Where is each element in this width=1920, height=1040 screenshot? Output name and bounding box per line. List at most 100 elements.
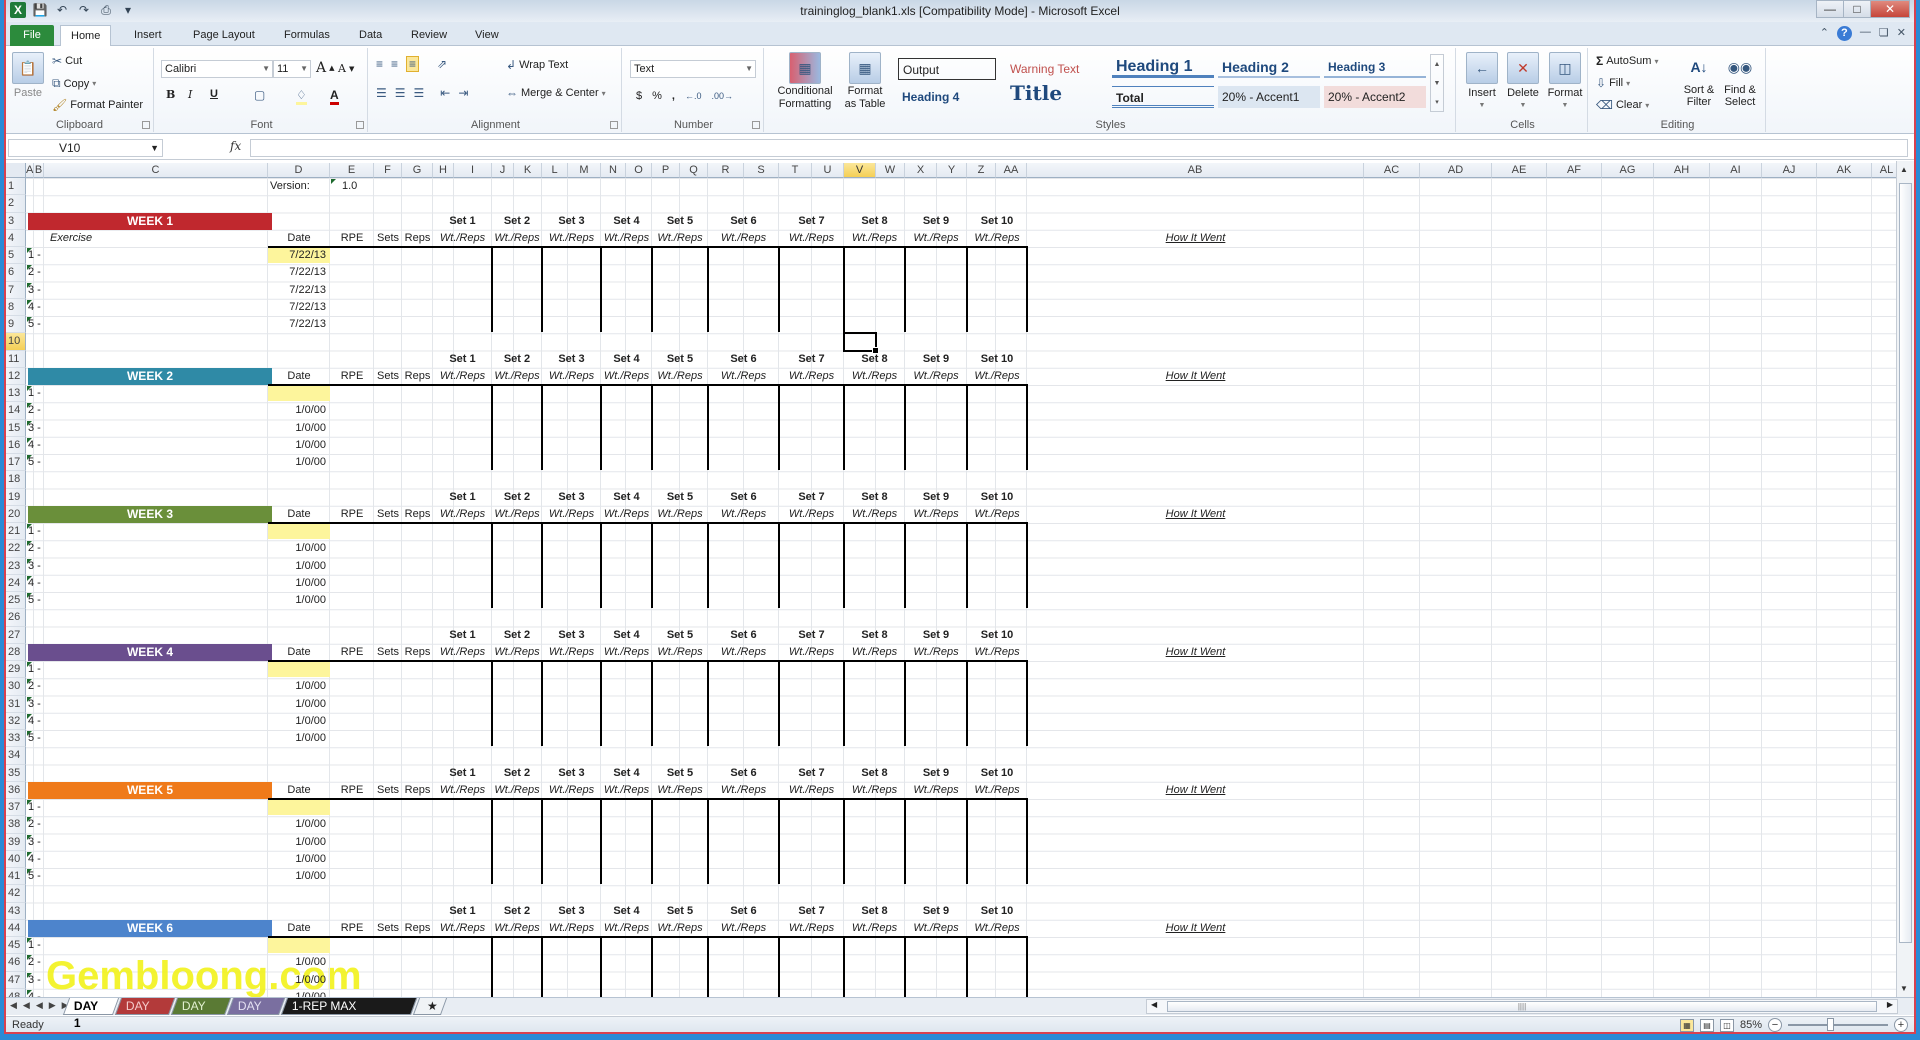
underline-button[interactable]: U <box>210 88 218 100</box>
reps-header[interactable]: Reps <box>404 782 431 799</box>
set-label-8[interactable]: Set 8 <box>846 213 903 230</box>
row-header-5[interactable]: 5 <box>6 247 26 265</box>
wt-reps-header[interactable]: Wt./Reps <box>544 506 599 523</box>
row-header-34[interactable]: 34 <box>6 747 26 765</box>
decrease-indent-icon[interactable]: ⇤ <box>440 86 450 100</box>
exercise-date[interactable]: 1/0/00 <box>270 402 328 419</box>
column-header-v[interactable]: V <box>844 163 876 178</box>
align-bottom-icon[interactable]: ≡ <box>406 56 420 72</box>
zoom-level[interactable]: 85% <box>1740 1019 1762 1031</box>
set-label-8[interactable]: Set 8 <box>846 489 903 506</box>
column-header-w[interactable]: W <box>876 163 905 178</box>
set-label-6[interactable]: Set 6 <box>710 627 777 644</box>
sheet-tab-day-4[interactable]: DAY 4 <box>226 998 286 1030</box>
comma-button[interactable]: , <box>672 90 675 102</box>
row-header-27[interactable]: 27 <box>6 626 26 644</box>
column-header-u[interactable]: U <box>812 163 844 178</box>
wt-reps-header[interactable]: Wt./Reps <box>710 368 777 385</box>
wt-reps-header[interactable]: Wt./Reps <box>544 230 599 247</box>
row-header-31[interactable]: 31 <box>6 695 26 713</box>
column-header-z[interactable]: Z <box>967 163 996 178</box>
tab-file[interactable]: File <box>10 25 54 46</box>
row-header-28[interactable]: 28 <box>6 643 26 661</box>
column-header-x[interactable]: X <box>905 163 937 178</box>
number-launcher-icon[interactable] <box>752 121 760 129</box>
exercise-number[interactable]: 5 - <box>28 730 42 747</box>
wt-reps-header[interactable]: Wt./Reps <box>710 230 777 247</box>
wt-reps-header[interactable]: Wt./Reps <box>544 644 599 661</box>
style-warning-text[interactable]: Warning Text <box>1006 58 1108 80</box>
wt-reps-header[interactable]: Wt./Reps <box>846 506 903 523</box>
exercise-date[interactable]: 1/0/00 <box>270 420 328 437</box>
row-header-44[interactable]: 44 <box>6 919 26 937</box>
sheet-tab-day-3[interactable]: DAY 3 <box>170 998 232 1030</box>
set-label-2[interactable]: Set 2 <box>494 351 540 368</box>
set-label-9[interactable]: Set 9 <box>907 213 965 230</box>
exercise-header[interactable]: Exercise <box>46 230 266 247</box>
sets-header[interactable]: Sets <box>376 782 400 799</box>
cut-button[interactable]: ✂ Cut <box>52 54 82 68</box>
wt-reps-header[interactable]: Wt./Reps <box>435 920 490 937</box>
set-label-7[interactable]: Set 7 <box>781 903 842 920</box>
fill-button[interactable]: ⇩ Fill ▾ <box>1596 76 1630 90</box>
minimize-button[interactable]: — <box>1816 0 1844 18</box>
conditional-formatting-button[interactable]: ▦ Conditional Formatting <box>772 52 838 110</box>
exercise-date[interactable]: 1/0/00 <box>270 972 328 989</box>
align-center-icon[interactable]: ☰ <box>395 86 406 100</box>
row-header-48[interactable]: 48 <box>6 988 26 997</box>
wt-reps-header[interactable]: Wt./Reps <box>494 506 540 523</box>
exercise-number[interactable]: 2 - <box>28 264 42 281</box>
exercise-number[interactable]: 3 - <box>28 696 42 713</box>
row-header-19[interactable]: 19 <box>6 488 26 506</box>
row-header-8[interactable]: 8 <box>6 298 26 316</box>
set-label-4[interactable]: Set 4 <box>603 489 650 506</box>
column-header-p[interactable]: P <box>652 163 680 178</box>
exercise-number[interactable]: 4 - <box>28 851 42 868</box>
set-label-3[interactable]: Set 3 <box>544 489 599 506</box>
format-painter-button[interactable]: 🖌 Format Painter <box>52 98 143 112</box>
page-break-view-button[interactable]: ◫ <box>1719 1018 1734 1032</box>
set-label-10[interactable]: Set 10 <box>969 213 1025 230</box>
wt-reps-header[interactable]: Wt./Reps <box>907 230 965 247</box>
set-label-8[interactable]: Set 8 <box>846 765 903 782</box>
wt-reps-header[interactable]: Wt./Reps <box>654 782 706 799</box>
column-header-ad[interactable]: AD <box>1420 163 1492 178</box>
wt-reps-header[interactable]: Wt./Reps <box>544 368 599 385</box>
column-header-m[interactable]: M <box>568 163 601 178</box>
row-header-15[interactable]: 15 <box>6 419 26 437</box>
set-label-1[interactable]: Set 1 <box>435 213 490 230</box>
exercise-number[interactable]: 5 - <box>28 592 42 609</box>
set-label-2[interactable]: Set 2 <box>494 489 540 506</box>
clear-button[interactable]: ⌫ Clear ▾ <box>1596 98 1649 112</box>
wt-reps-header[interactable]: Wt./Reps <box>969 782 1025 799</box>
vertical-scroll-thumb[interactable] <box>1899 183 1912 943</box>
font-color-button[interactable]: A <box>330 88 339 105</box>
exercise-date[interactable]: 1/0/00 <box>270 437 328 454</box>
date-header[interactable]: Date <box>270 644 328 661</box>
column-header-ae[interactable]: AE <box>1492 163 1547 178</box>
exercise-number[interactable]: 1 - <box>28 385 42 402</box>
wt-reps-header[interactable]: Wt./Reps <box>846 230 903 247</box>
column-header-ac[interactable]: AC <box>1364 163 1420 178</box>
exercise-date[interactable]: 1/0/00 <box>270 558 328 575</box>
zoom-slider[interactable] <box>1788 1018 1888 1031</box>
exercise-number[interactable]: 3 - <box>28 834 42 851</box>
version-label[interactable]: Version: <box>270 178 328 195</box>
set-label-10[interactable]: Set 10 <box>969 489 1025 506</box>
increase-indent-icon[interactable]: ⇥ <box>458 86 468 100</box>
reps-header[interactable]: Reps <box>404 506 431 523</box>
column-header-ah[interactable]: AH <box>1654 163 1710 178</box>
exercise-date[interactable]: 1/0/00 <box>270 575 328 592</box>
exercise-date[interactable]: 1/0/00 <box>270 454 328 471</box>
wt-reps-header[interactable]: Wt./Reps <box>654 368 706 385</box>
exercise-date[interactable] <box>270 523 328 540</box>
wt-reps-header[interactable]: Wt./Reps <box>846 368 903 385</box>
set-label-3[interactable]: Set 3 <box>544 213 599 230</box>
tab-insert[interactable]: Insert <box>124 25 172 46</box>
wt-reps-header[interactable]: Wt./Reps <box>781 782 842 799</box>
wrap-text-button[interactable]: ↲ Wrap Text <box>506 58 568 72</box>
wt-reps-header[interactable]: Wt./Reps <box>494 782 540 799</box>
exercise-number[interactable]: 1 - <box>28 799 42 816</box>
set-label-9[interactable]: Set 9 <box>907 765 965 782</box>
set-label-10[interactable]: Set 10 <box>969 351 1025 368</box>
